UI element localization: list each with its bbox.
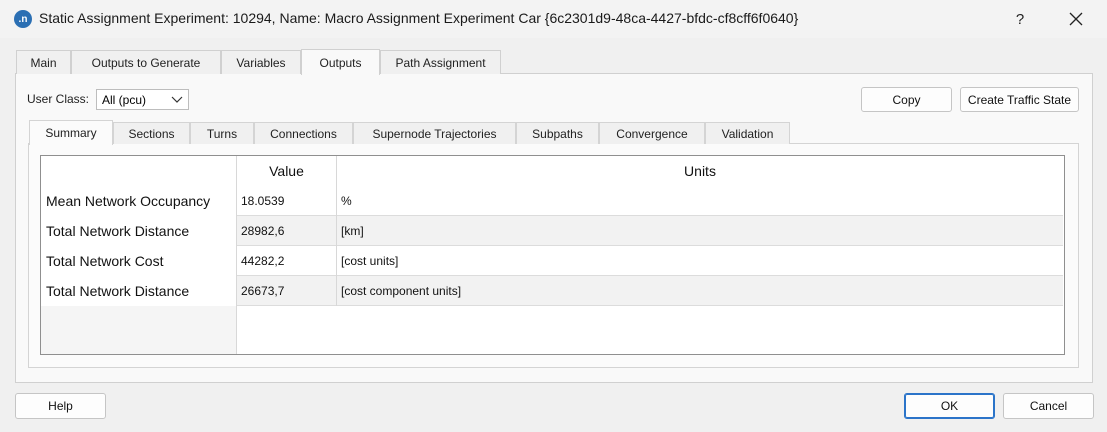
user-class-select[interactable]: All (pcu) [96,89,189,110]
column-header-units[interactable]: Units [337,157,1063,185]
tab-main[interactable]: Main [16,50,71,74]
table-cell-value[interactable]: 28982,6 [237,216,336,246]
row-header: Mean Network Occupancy [41,186,236,216]
subtab-subpaths[interactable]: Subpaths [516,122,599,144]
subtab-connections[interactable]: Connections [254,122,353,144]
tab-variables[interactable]: Variables [221,50,301,74]
column-header-value[interactable]: Value [237,157,336,185]
create-traffic-state-button[interactable]: Create Traffic State [960,87,1079,112]
user-class-label: User Class: [27,92,90,106]
subtab-sections[interactable]: Sections [113,122,190,144]
subtab-convergence[interactable]: Convergence [599,122,705,144]
help-button[interactable]: Help [15,393,106,419]
subtab-summary[interactable]: Summary [29,120,113,145]
cancel-button[interactable]: Cancel [1003,393,1094,419]
chevron-down-icon [171,96,183,103]
table-cell-units[interactable]: [cost component units] [337,276,1063,306]
subtab-turns[interactable]: Turns [190,122,254,144]
app-logo-icon: .n [14,10,32,28]
table-cell-units[interactable]: [km] [337,216,1063,246]
table-cell-units[interactable]: [cost units] [337,246,1063,276]
row-header: Total Network Distance [41,276,236,306]
table-cell-value[interactable]: 26673,7 [237,276,336,306]
table-corner [41,156,236,186]
tab-outputs[interactable]: Outputs [301,49,380,75]
copy-button[interactable]: Copy [861,87,952,112]
row-header: Total Network Cost [41,246,236,276]
table-cell-value[interactable]: 44282,2 [237,246,336,276]
subtab-validation[interactable]: Validation [705,122,790,144]
table-cell-units[interactable]: % [337,186,1063,216]
tab-path-assignment[interactable]: Path Assignment [380,50,501,74]
help-question-icon[interactable]: ? [1008,6,1032,32]
table-cell-value[interactable]: 18.0539 [237,186,336,216]
subtab-supernode-trajectories[interactable]: Supernode Trajectories [353,122,516,144]
user-class-value: All (pcu) [102,92,147,107]
ok-button[interactable]: OK [904,393,995,419]
tab-outputs-to-generate[interactable]: Outputs to Generate [71,50,221,74]
row-header: Total Network Distance [41,216,236,246]
close-icon[interactable] [1060,4,1092,34]
window-title: Static Assignment Experiment: 10294, Nam… [39,10,799,26]
